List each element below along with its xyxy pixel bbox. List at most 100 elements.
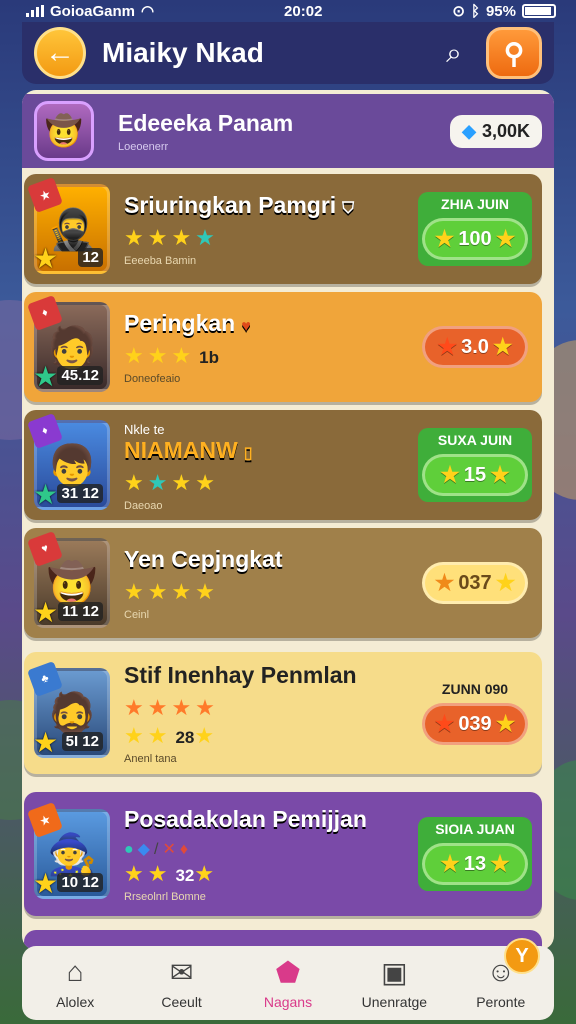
gem-counter[interactable]: ◆ 3,00K bbox=[450, 114, 542, 148]
reward-box: SIOIA JUAN ★ 13 ★ bbox=[418, 817, 532, 891]
star-icon: ★ bbox=[495, 570, 516, 595]
card-name: NIAMANW ▯ bbox=[124, 437, 418, 464]
box-icon: ▣ bbox=[381, 957, 408, 988]
star-rating: ★★★★ bbox=[124, 578, 219, 604]
card-tag: Nkle te bbox=[124, 422, 165, 437]
arrow-left-icon: ← bbox=[45, 36, 75, 69]
reward-value: 037 bbox=[458, 571, 492, 594]
reward-box: ZUNN 090 ★ 039 ★ bbox=[418, 681, 532, 745]
search-button[interactable]: ⌕ bbox=[434, 33, 474, 73]
card-name: Posadakolan Pemijjan bbox=[124, 805, 367, 832]
signal-icon bbox=[26, 5, 44, 17]
reward-box: ZHIA JUIN ★ 100 ★ bbox=[418, 192, 532, 266]
star-rating: ★★★★ bbox=[124, 224, 219, 250]
star-rating: ★★★ 1b bbox=[124, 342, 220, 368]
card-name: Stif Inenhay Penmlan bbox=[124, 661, 357, 688]
star-icon: ★ bbox=[33, 727, 59, 758]
profile-subtitle: Loeoenerr bbox=[118, 140, 169, 153]
hero-portrait: ♥ 🤠 11 12 ★ bbox=[27, 531, 110, 628]
hero-level: 10 12 bbox=[57, 873, 103, 892]
notification-badge[interactable]: Y bbox=[504, 938, 540, 974]
reward-button[interactable]: ★ 037 ★ bbox=[422, 562, 528, 604]
leaderboard-card[interactable]: ♥ 🤠 11 12 ★ Yen Cepjngkat ★★★★ Ceinl ★ 037… bbox=[24, 528, 542, 638]
reward-value: 039 bbox=[458, 712, 492, 735]
nav-label: Unenratge bbox=[361, 994, 428, 1010]
star-rating: ★★★★ bbox=[124, 694, 219, 720]
nav-label: Ceeult bbox=[161, 994, 202, 1010]
reward-label: ZUNN 090 bbox=[441, 681, 509, 697]
clock: 20:02 bbox=[284, 2, 323, 20]
battery-percent: 95% bbox=[485, 2, 516, 20]
chat-icon: ✉ bbox=[169, 957, 194, 988]
star-icon: ★ bbox=[33, 243, 59, 274]
star-icon: ★ bbox=[440, 851, 460, 876]
heart-icon: ♥ bbox=[241, 317, 251, 335]
star-icon: ★ bbox=[490, 851, 510, 876]
star-icon: ★ bbox=[495, 226, 516, 251]
star-rating-2: ★★ 28★ bbox=[124, 722, 219, 748]
hero-portrait: ★ 🥷 12 ★ bbox=[27, 177, 110, 274]
star-rating: ★★ 32★ bbox=[124, 860, 219, 886]
star-rating: ★★★★ bbox=[124, 470, 219, 495]
reward-box: ★ 037 ★ bbox=[418, 562, 532, 604]
leaderboard-panel: 🤠 Edeeeka Panam Loeoenerr ◆ 3,00K ★ 🥷 12 … bbox=[22, 90, 554, 950]
reward-button[interactable]: ★ 15 ★ bbox=[422, 454, 528, 496]
nav-item-chat[interactable]: ✉ Ceeult bbox=[132, 956, 232, 1010]
card-name: Peringkan ♥ bbox=[124, 310, 418, 337]
card-sub: Daeoao bbox=[124, 500, 163, 512]
card-sub: Anenl tana bbox=[124, 752, 177, 765]
star-icon: ★ bbox=[434, 570, 455, 595]
bottom-nav: ⌂ Alolex ✉ Ceeult ⬟ Nagans ▣ Unenratge ☺… bbox=[22, 938, 554, 1020]
search-action-button[interactable]: ⚲ bbox=[486, 27, 542, 79]
avatar[interactable]: 🤠 bbox=[34, 101, 94, 161]
home-icon: ⌂ bbox=[66, 956, 84, 987]
leaderboard-card[interactable]: ♣ 🧔 5I 12 ★ Stif Inenhay Penmlan ★★★★ ★★ 2… bbox=[24, 652, 542, 774]
rank-badge: ♥ bbox=[27, 531, 63, 567]
card-name-text: Peringkan bbox=[124, 309, 236, 336]
reward-button[interactable]: ★ 13 ★ bbox=[422, 843, 528, 885]
reward-value: 13 bbox=[463, 852, 487, 875]
star-icon: ★ bbox=[33, 479, 59, 510]
card-sub: Doneofeaio bbox=[124, 372, 181, 385]
tag-icon: ▯ bbox=[243, 445, 253, 462]
star-icon: ★ bbox=[437, 334, 458, 359]
leaderboard-card[interactable]: ★ 🧙 10 12 ★ Posadakolan Pemijjan ●◆/✕♦ ★★… bbox=[24, 792, 542, 916]
leaderboard-card[interactable]: ♦ 🧑 45.12 ★ Peringkan ♥ ★★★ 1b Doneofeaio ★… bbox=[24, 292, 542, 402]
hero-portrait: ♦ 👦 31 12 ★ bbox=[27, 413, 110, 510]
rank-badge: ♦ bbox=[27, 295, 63, 331]
reward-button[interactable]: ★ 039 ★ bbox=[422, 703, 528, 745]
star-icon: ★ bbox=[33, 868, 59, 899]
reward-value: 100 bbox=[458, 227, 492, 250]
gem-icon: ◆ bbox=[462, 120, 476, 141]
hero-level: 11 12 bbox=[58, 602, 103, 621]
nav-item-active[interactable]: ⬟ Nagans bbox=[238, 956, 338, 1010]
status-bar: GoioaGanm ◠ 20:02 ⊙ ᛒ 95% bbox=[0, 0, 576, 22]
card-sub: Ceinl bbox=[124, 608, 150, 621]
card-name-text: NIAMANW bbox=[124, 437, 238, 463]
star-icon: ★ bbox=[495, 711, 516, 736]
nav-item-home[interactable]: ⌂ Alolex bbox=[25, 956, 125, 1010]
card-name: Yen Cepjngkat bbox=[124, 545, 283, 572]
nav-label: Alolex bbox=[56, 994, 95, 1010]
top-bar: ← Miaiky Nkad ⌕ ⚲ bbox=[22, 22, 554, 84]
nav-label: Peronte bbox=[476, 994, 526, 1010]
back-button[interactable]: ← bbox=[34, 27, 86, 79]
hero-level: 31 12 bbox=[57, 484, 103, 503]
nav-item-box[interactable]: ▣ Unenratge bbox=[344, 956, 444, 1010]
rank-badge: ♦ bbox=[27, 413, 63, 449]
reward-label: ZHIA JUIN bbox=[441, 196, 509, 212]
leaderboard-card[interactable]: ♦ 👦 31 12 ★ Nkle te NIAMANW ▯ ★★★★ Daeoao … bbox=[24, 410, 542, 520]
gem-row: ●◆/✕♦ bbox=[124, 840, 193, 858]
hero-portrait: ★ 🧙 10 12 ★ bbox=[27, 802, 110, 899]
carrier: GoioaGanm bbox=[50, 2, 136, 20]
leaderboard-card[interactable]: ★ 🥷 12 ★ Sriuringkan Pamgri ⛉ ★★★★ Eeeeba … bbox=[24, 174, 542, 284]
star-icon: ★ bbox=[434, 711, 455, 736]
star-icon: ★ bbox=[440, 462, 460, 487]
star-icon: ★ bbox=[33, 597, 59, 628]
reward-button[interactable]: ★ 3.0 ★ bbox=[422, 326, 528, 368]
house-active-icon: ⬟ bbox=[275, 957, 301, 988]
reward-button[interactable]: ★ 100 ★ bbox=[422, 218, 528, 260]
wifi-icon: ◠ bbox=[141, 3, 155, 20]
reward-value: 15 bbox=[463, 463, 487, 486]
star-icon: ★ bbox=[492, 334, 513, 359]
